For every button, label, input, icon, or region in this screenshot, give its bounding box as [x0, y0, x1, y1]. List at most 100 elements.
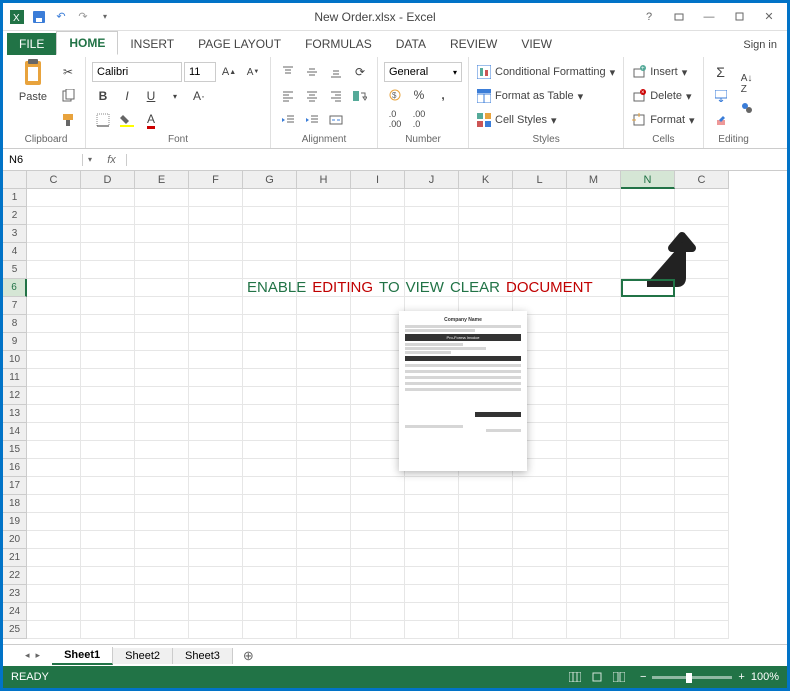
- cut-button[interactable]: ✂: [57, 61, 79, 83]
- tab-view[interactable]: VIEW: [509, 33, 564, 55]
- name-box[interactable]: [3, 154, 83, 166]
- zoom-out-button[interactable]: −: [640, 671, 646, 683]
- row-header[interactable]: 3: [3, 225, 27, 243]
- fill-color-button[interactable]: [116, 109, 138, 131]
- qat-dropdown-icon[interactable]: ▾: [95, 7, 115, 27]
- tab-formulas[interactable]: FORMULAS: [293, 33, 384, 55]
- row-header[interactable]: 23: [3, 585, 27, 603]
- page-break-view-button[interactable]: [608, 669, 630, 685]
- comma-format-button[interactable]: ,: [432, 84, 454, 106]
- row-header[interactable]: 11: [3, 369, 27, 387]
- percent-format-button[interactable]: %: [408, 84, 430, 106]
- autosum-button[interactable]: Σ: [710, 61, 732, 83]
- row-header[interactable]: 14: [3, 423, 27, 441]
- orientation-button[interactable]: ⟳: [349, 61, 371, 83]
- row-header[interactable]: 15: [3, 441, 27, 459]
- bold-button[interactable]: B: [92, 85, 114, 107]
- delete-cells-button[interactable]: ×Delete ▾: [630, 86, 696, 106]
- italic-button[interactable]: I: [116, 85, 138, 107]
- format-as-table-button[interactable]: Format as Table ▾: [475, 86, 617, 106]
- align-right-button[interactable]: [325, 85, 347, 107]
- row-header[interactable]: 8: [3, 315, 27, 333]
- column-header[interactable]: E: [135, 171, 189, 189]
- underline-dropdown[interactable]: ▾: [164, 85, 186, 107]
- worksheet-area[interactable]: CDEFGHIJKLMNC 12345678910111213141516171…: [3, 171, 787, 644]
- column-header[interactable]: C: [675, 171, 729, 189]
- sheet-nav[interactable]: ◂▸: [23, 650, 42, 661]
- column-header[interactable]: F: [189, 171, 243, 189]
- row-header[interactable]: 24: [3, 603, 27, 621]
- decrease-font-button[interactable]: A▼: [242, 61, 264, 83]
- wrap-text-button[interactable]: [349, 85, 371, 107]
- column-header[interactable]: J: [405, 171, 459, 189]
- row-header[interactable]: 2: [3, 207, 27, 225]
- zoom-slider[interactable]: [652, 676, 732, 679]
- insert-cells-button[interactable]: +Insert ▾: [630, 62, 696, 82]
- row-header[interactable]: 17: [3, 477, 27, 495]
- font-family-select[interactable]: [92, 62, 182, 82]
- column-header[interactable]: I: [351, 171, 405, 189]
- tab-data[interactable]: DATA: [384, 33, 438, 55]
- page-layout-view-button[interactable]: [586, 669, 608, 685]
- sign-in-link[interactable]: Sign in: [733, 35, 787, 55]
- sheet-tab-2[interactable]: Sheet2: [113, 648, 173, 664]
- merge-center-button[interactable]: [325, 109, 347, 131]
- row-header[interactable]: 7: [3, 297, 27, 315]
- normal-view-button[interactable]: [564, 669, 586, 685]
- zoom-level[interactable]: 100%: [751, 671, 779, 683]
- increase-font-button[interactable]: A▲: [218, 61, 240, 83]
- save-icon[interactable]: [29, 7, 49, 27]
- redo-icon[interactable]: ↷: [73, 7, 93, 27]
- ribbon-display-button[interactable]: [665, 7, 693, 27]
- format-painter-button[interactable]: [57, 109, 79, 131]
- formula-input[interactable]: [127, 154, 787, 166]
- minimize-button[interactable]: —: [695, 7, 723, 27]
- row-header[interactable]: 20: [3, 531, 27, 549]
- sort-filter-button[interactable]: A↓Z: [736, 73, 758, 95]
- align-top-button[interactable]: [277, 61, 299, 83]
- accounting-format-button[interactable]: $: [384, 84, 406, 106]
- row-header[interactable]: 12: [3, 387, 27, 405]
- row-header[interactable]: 1: [3, 189, 27, 207]
- sheet-tab-1[interactable]: Sheet1: [52, 647, 113, 665]
- column-header[interactable]: K: [459, 171, 513, 189]
- undo-icon[interactable]: ↶: [51, 7, 71, 27]
- row-header[interactable]: 6: [3, 279, 27, 297]
- decrease-indent-button[interactable]: [277, 109, 299, 131]
- increase-decimal-button[interactable]: .0.00: [384, 108, 406, 130]
- borders-button[interactable]: [92, 109, 114, 131]
- column-header[interactable]: D: [81, 171, 135, 189]
- row-header[interactable]: 13: [3, 405, 27, 423]
- sheet-tab-3[interactable]: Sheet3: [173, 648, 233, 664]
- column-header[interactable]: L: [513, 171, 567, 189]
- decrease-decimal-button[interactable]: .00.0: [408, 108, 430, 130]
- conditional-formatting-button[interactable]: Conditional Formatting ▾: [475, 62, 617, 82]
- align-left-button[interactable]: [277, 85, 299, 107]
- cell-styles-button[interactable]: Cell Styles ▾: [475, 110, 617, 130]
- align-bottom-button[interactable]: [325, 61, 347, 83]
- fill-button[interactable]: [710, 85, 732, 107]
- zoom-in-button[interactable]: +: [738, 671, 744, 683]
- column-header[interactable]: M: [567, 171, 621, 189]
- namebox-dropdown[interactable]: ▾: [83, 155, 97, 164]
- row-header[interactable]: 10: [3, 351, 27, 369]
- row-header[interactable]: 22: [3, 567, 27, 585]
- font-size-select[interactable]: [184, 62, 216, 82]
- row-header[interactable]: 25: [3, 621, 27, 639]
- underline-button[interactable]: U: [140, 85, 162, 107]
- row-header[interactable]: 5: [3, 261, 27, 279]
- tab-file[interactable]: FILE: [7, 33, 56, 55]
- select-all-corner[interactable]: [3, 171, 27, 189]
- tab-review[interactable]: REVIEW: [438, 33, 509, 55]
- row-header[interactable]: 18: [3, 495, 27, 513]
- font-color-button[interactable]: A: [140, 109, 162, 131]
- align-middle-button[interactable]: [301, 61, 323, 83]
- column-header[interactable]: N: [621, 171, 675, 189]
- font-effects-button[interactable]: A·: [188, 85, 210, 107]
- column-header[interactable]: C: [27, 171, 81, 189]
- format-cells-button[interactable]: Format ▾: [630, 110, 696, 130]
- row-header[interactable]: 9: [3, 333, 27, 351]
- clear-button[interactable]: [710, 109, 732, 131]
- tab-page-layout[interactable]: PAGE LAYOUT: [186, 33, 293, 55]
- tab-insert[interactable]: INSERT: [118, 33, 186, 55]
